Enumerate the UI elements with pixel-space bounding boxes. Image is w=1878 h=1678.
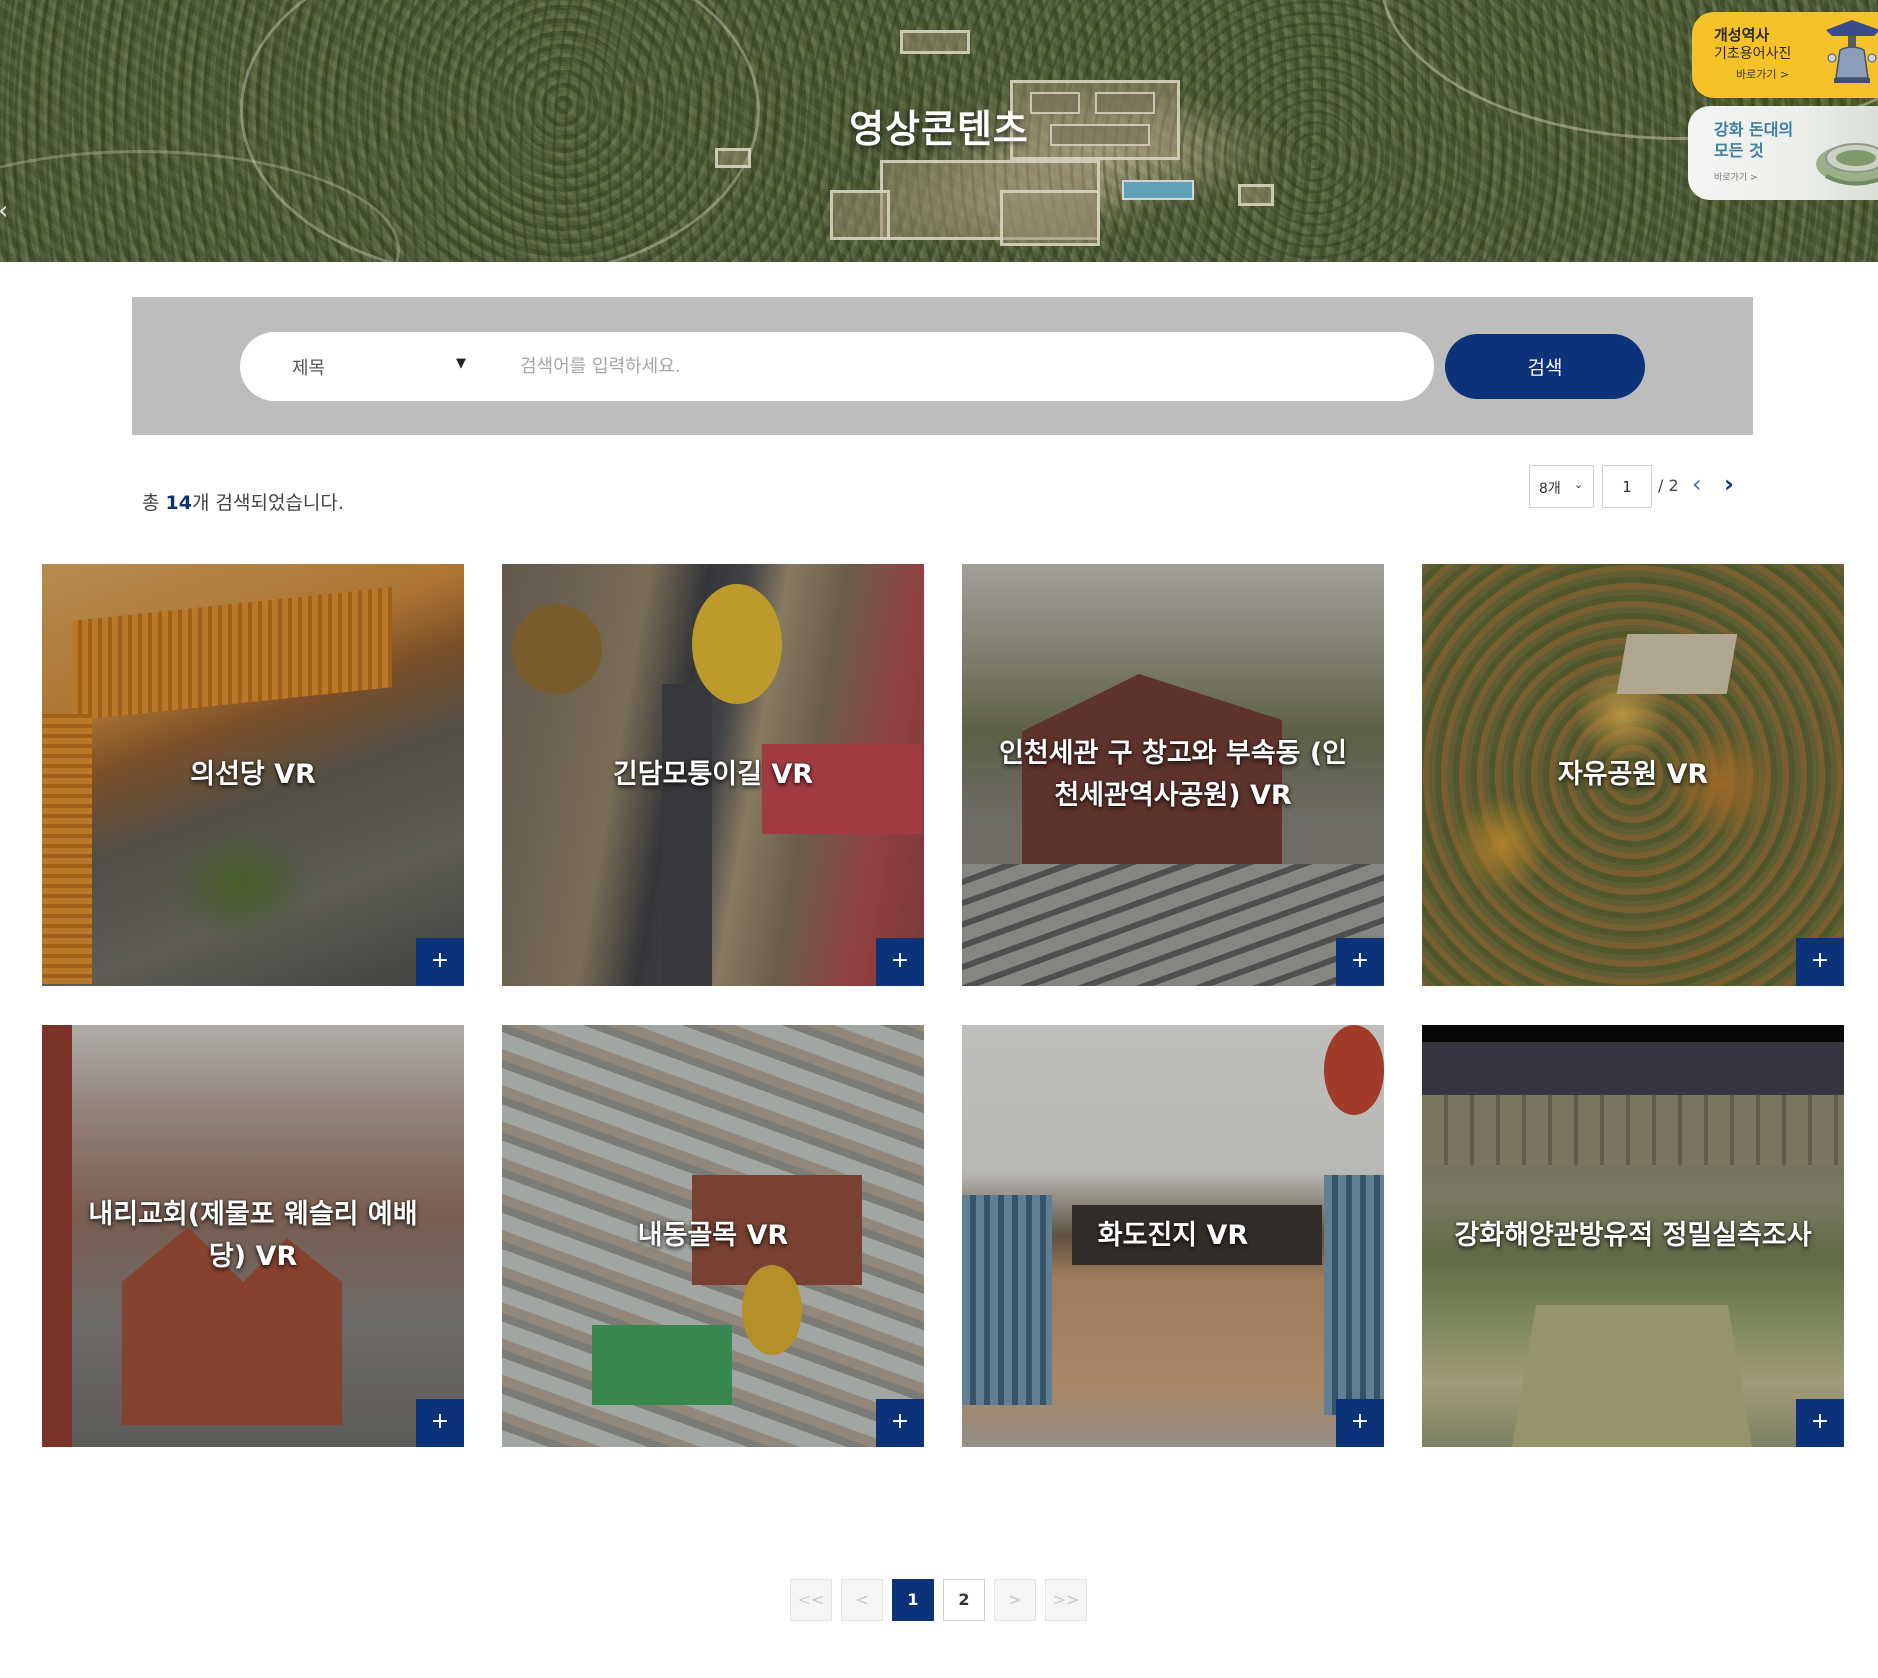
search-category-label: 제목 [292,358,326,379]
hero-pond [1122,180,1194,200]
side-banner-title: 강화 돈대의 [1714,120,1794,139]
side-banner-link[interactable]: 바로가기 > [1736,66,1789,82]
page-title: 영상콘텐츠 [849,107,1029,151]
per-page-select[interactable]: 8개 ⌄ [1529,465,1594,508]
palace-compound [1000,190,1100,246]
content-card[interactable]: 내리교회(제물포 웨슬리 예배당) VR + [42,1025,464,1447]
side-banner-gaeseong[interactable]: 개성역사 기초용어사진 바로가기 > [1692,12,1878,98]
per-page-value: 8개 [1539,481,1561,497]
hero-banner: 영상콘텐츠 ‹ [0,0,1878,262]
search-category-select[interactable]: 제목 ▼ [240,332,500,401]
side-banner-subtitle: 기초용어사진 [1714,46,1792,62]
content-card[interactable]: 화도진지 VR + [962,1025,1384,1447]
pagination-page-2[interactable]: 2 [943,1579,985,1621]
side-banner-title: 개성역사 [1714,26,1770,44]
plus-icon[interactable]: + [1796,1399,1844,1447]
card-title: 인천세관 구 창고와 부속동 (인천세관역사공원) VR [998,738,1348,811]
plus-icon[interactable]: + [876,1399,924,1447]
plus-icon[interactable]: + [416,1399,464,1447]
search-button[interactable]: 검색 [1445,334,1645,399]
content-card[interactable]: 내동골목 VR + [502,1025,924,1447]
plus-icon[interactable]: + [416,938,464,986]
result-prefix: 총 [142,492,166,514]
result-count: 14 [165,492,192,514]
search-input[interactable] [520,344,1400,388]
pagination-page-1[interactable]: 1 [892,1579,934,1621]
card-title: 화도진지 VR [1097,1220,1249,1251]
content-card[interactable]: 긴담모퉁이길 VR + [502,564,924,986]
card-title: 내동골목 VR [637,1220,789,1251]
bell-icon [1826,20,1878,83]
card-title: 강화해양관방유적 정밀실측조사 [1454,1220,1812,1251]
search-panel: 제목 ▼ 검색 [132,297,1753,435]
content-card[interactable]: 강화해양관방유적 정밀실측조사 + [1422,1025,1844,1447]
chevron-down-icon: ⌄ [1574,478,1584,491]
palace-compound [1238,184,1274,206]
fort-icon [1816,143,1878,186]
pagination-last[interactable]: >> [1045,1579,1087,1621]
side-banner-ganghwa[interactable]: 강화 돈대의 모든 것 바로가기 > [1688,106,1878,200]
result-suffix: 개 검색되었습니다. [191,492,344,514]
plus-icon[interactable]: + [876,938,924,986]
chevron-right-icon[interactable]: › [1724,470,1734,498]
page-number-input[interactable] [1602,465,1652,508]
plus-icon[interactable]: + [1796,938,1844,986]
card-title: 긴담모퉁이길 VR [612,759,814,790]
chevron-left-icon[interactable]: ‹ [0,196,8,226]
palace-compound [830,190,890,240]
card-title: 의선당 VR [190,759,316,790]
pagination-first[interactable]: << [790,1579,832,1621]
content-card[interactable]: 의선당 VR + [42,564,464,986]
content-card[interactable]: 인천세관 구 창고와 부속동 (인천세관역사공원) VR + [962,564,1384,986]
card-title: 내리교회(제물포 웨슬리 예배당) VR [88,1199,418,1272]
search-bar: 제목 ▼ [240,332,1434,401]
chevron-left-icon[interactable]: ‹ [1692,470,1702,498]
result-count-text: 총 14개 검색되었습니다. [142,488,344,515]
card-title: 자유공원 VR [1557,759,1709,790]
plus-icon[interactable]: + [1336,1399,1384,1447]
side-banner-link[interactable]: 바로가기 > [1714,170,1758,183]
pagination-prev[interactable]: < [841,1579,883,1621]
page-total: / 2 [1658,476,1679,495]
side-banner-subtitle: 모든 것 [1714,141,1764,160]
pagination-next[interactable]: > [994,1579,1036,1621]
palace-compound [900,30,970,54]
plus-icon[interactable]: + [1336,938,1384,986]
caret-down-icon: ▼ [456,356,466,371]
content-card[interactable]: 자유공원 VR + [1422,564,1844,986]
